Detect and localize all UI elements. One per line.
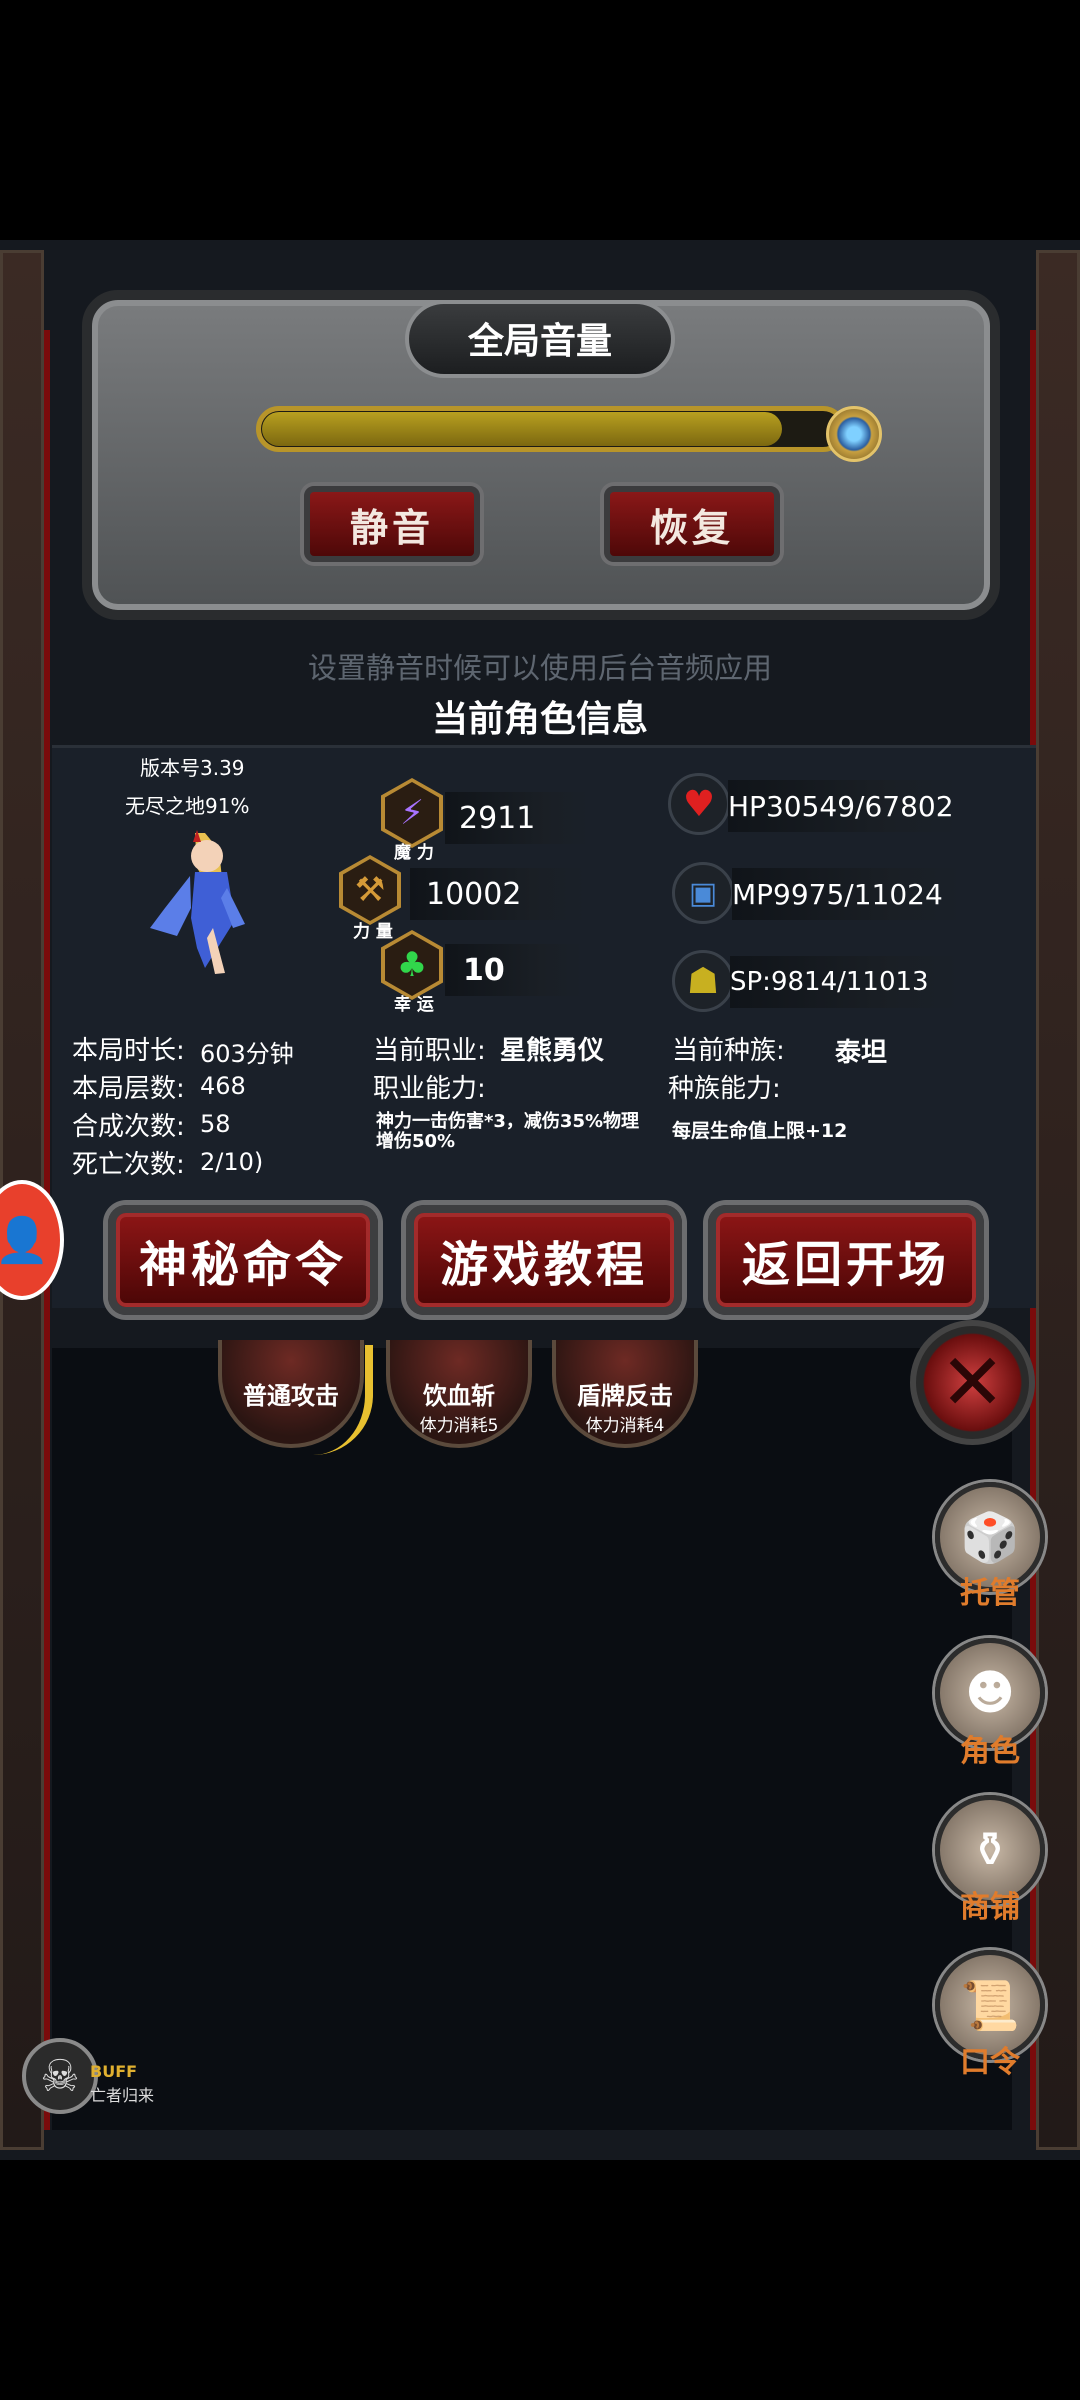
skill-blood-slash[interactable]: 饮血斩 体力消耗5 (386, 1340, 532, 1448)
magic-value: 2911 (445, 792, 589, 844)
heart-icon: ♥ (668, 773, 730, 835)
stamina-icon: ☗ (672, 950, 734, 1012)
auto-label[interactable]: 托管 (935, 1568, 1045, 1612)
luck-label: 幸 运 (394, 995, 434, 1015)
role-label[interactable]: 角色 (935, 1726, 1045, 1770)
version-label: 版本号3.39 (140, 756, 245, 780)
run-time-value: 603分钟 (200, 1040, 294, 1068)
run-floor-value: 468 (200, 1072, 246, 1100)
job-ability-text: 神力一击伤害*3，减伤35%物理增伤50% (376, 1111, 640, 1152)
volume-slider-fill (262, 412, 782, 446)
tutorial-button[interactable]: 游戏教程 (406, 1205, 682, 1315)
buff-title: BUFF (90, 2062, 138, 2081)
race-ability-text: 每层生命值上限+12 (672, 1120, 848, 1142)
race-label: 当前种族: (672, 1036, 785, 1066)
sp-value: SP:9814/11013 (730, 956, 960, 1008)
skill-cost: 体力消耗4 (585, 1416, 665, 1436)
job-value: 星熊勇仪 (500, 1036, 605, 1066)
restore-button[interactable]: 恢复 (604, 486, 780, 562)
power-value: 10002 (410, 868, 586, 920)
mp-value: MP9975/11024 (732, 868, 962, 920)
magic-label: 魔 力 (394, 843, 434, 863)
skill-cost: 体力消耗5 (419, 1416, 499, 1436)
job-ability-label: 职业能力: (373, 1074, 486, 1104)
game-area (52, 1348, 1012, 2130)
race-ability-label: 种族能力: (668, 1074, 781, 1104)
skill-shield-counter[interactable]: 盾牌反击 体力消耗4 (552, 1340, 698, 1448)
race-value: 泰坦 (835, 1038, 888, 1068)
luck-value: 10 (445, 944, 583, 996)
run-time-label: 本局时长: (72, 1036, 185, 1066)
back-to-start-button[interactable]: 返回开场 (708, 1205, 984, 1315)
skill-name: 饮血斩 (423, 1382, 495, 1410)
power-label: 力 量 (353, 922, 393, 942)
skull-icon[interactable]: ☠ (22, 2038, 98, 2114)
run-floor-label: 本局层数: (72, 1074, 185, 1104)
close-icon[interactable]: ✕ (910, 1320, 1035, 1445)
death-count-value: 2/10) (200, 1148, 264, 1176)
mystery-command-button[interactable]: 神秘命令 (108, 1205, 378, 1315)
mute-button[interactable]: 静音 (304, 486, 480, 562)
merge-count-label: 合成次数: (72, 1112, 185, 1142)
volume-title: 全局音量 (467, 321, 612, 362)
job-label: 当前职业: (373, 1036, 486, 1066)
volume-slider-knob[interactable] (826, 406, 882, 462)
death-count-label: 死亡次数: (72, 1150, 185, 1180)
volume-hint: 设置静音时候可以使用后台音频应用 (307, 651, 772, 685)
buff-name: 亡者归来 (90, 2086, 155, 2105)
zone-progress: 无尽之地91% (125, 794, 250, 818)
shop-label[interactable]: 商铺 (935, 1882, 1045, 1926)
hp-value: HP30549/67802 (728, 780, 958, 832)
code-label[interactable]: 口令 (935, 2037, 1045, 2081)
skill-name: 盾牌反击 (577, 1382, 673, 1410)
merge-count-value: 58 (200, 1110, 231, 1138)
character-info-title: 当前角色信息 (431, 699, 648, 740)
mana-icon: ▣ (672, 862, 734, 924)
character-sprite (135, 828, 265, 978)
